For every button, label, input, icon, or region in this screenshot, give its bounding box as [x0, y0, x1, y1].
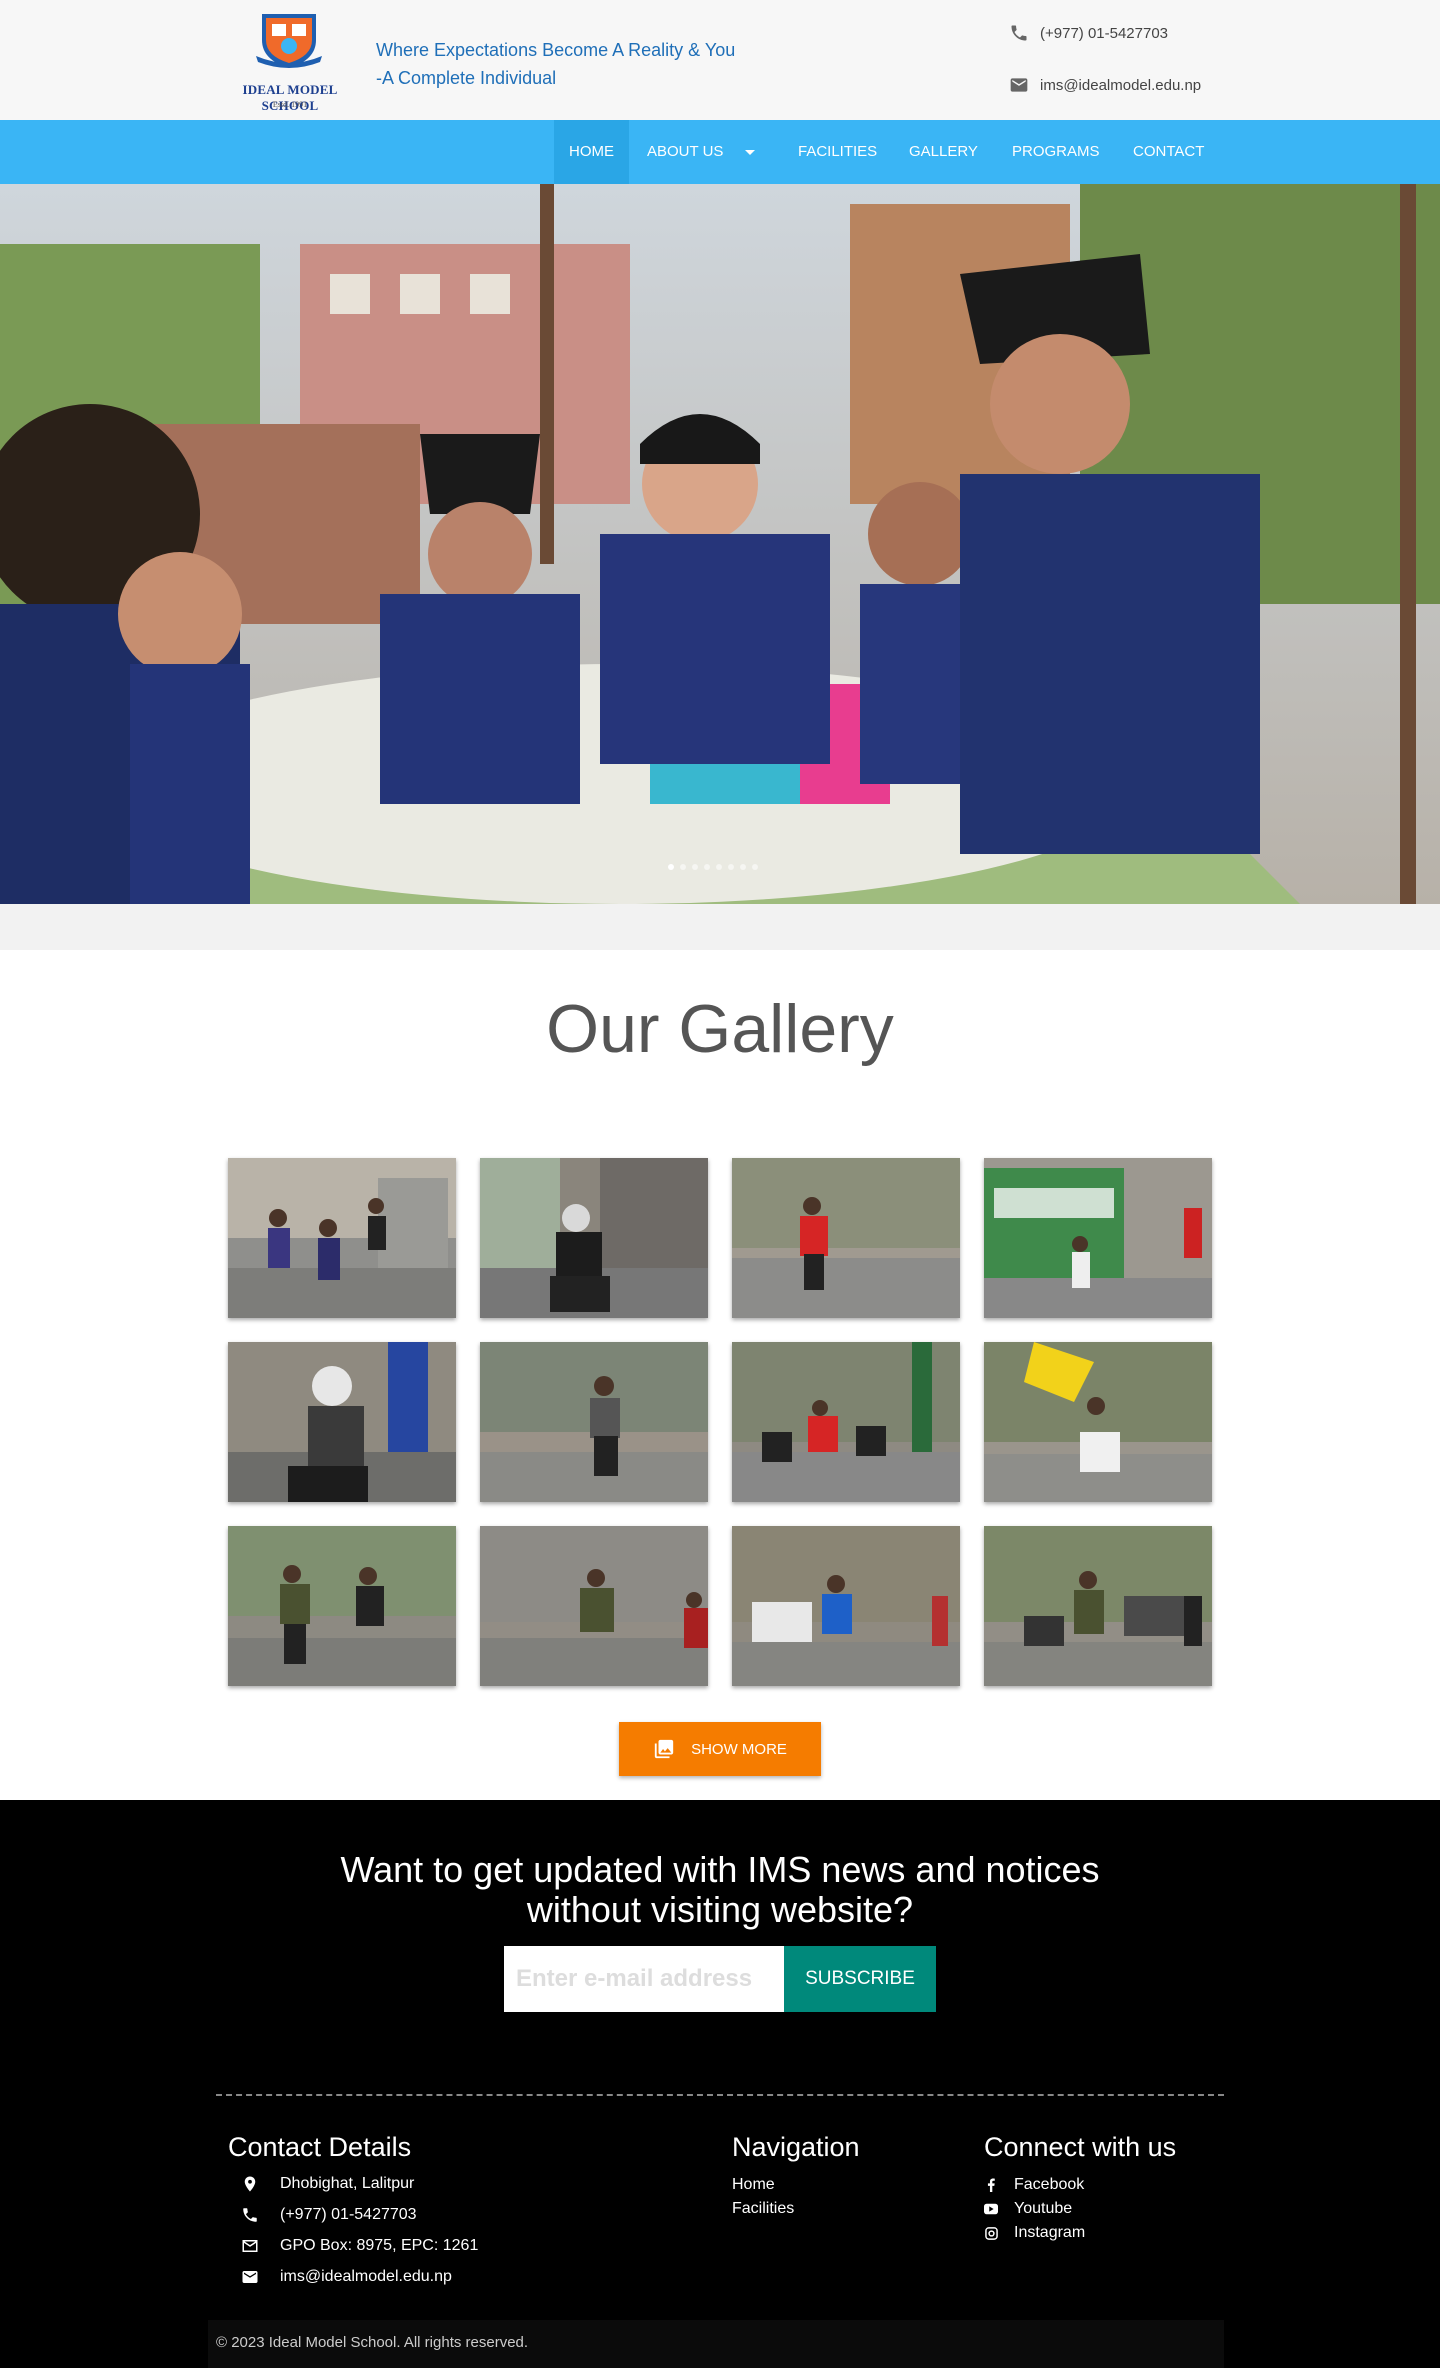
youtube-icon [984, 2199, 998, 2219]
gallery-thumbnail[interactable] [732, 1342, 960, 1502]
site-footer: Want to get updated with IMS news and no… [0, 1800, 1440, 2368]
footer-nav-facilities[interactable]: Facilities [732, 2200, 794, 2218]
slider-dot[interactable] [728, 864, 734, 870]
slider-dot[interactable] [740, 864, 746, 870]
gallery-thumbnail[interactable] [480, 1342, 708, 1502]
slider-dot[interactable] [668, 864, 674, 870]
subscribe-button[interactable]: Subscribe [784, 1946, 936, 2012]
header-email-text: ims@idealmodel.edu.np [1040, 76, 1202, 94]
slider-pagination [668, 864, 758, 870]
section-divider-strip [0, 904, 1440, 950]
nav-gallery[interactable]: Gallery [894, 120, 993, 184]
footer-po-box-text: GPO Box: 8975, EPC: 1261 [280, 2237, 479, 2254]
school-logo[interactable]: IDEAL MODEL SCHOOL Estd. 1991 [224, 10, 356, 113]
nav-home[interactable]: Home [554, 120, 629, 184]
mailbox-icon [240, 2236, 260, 2256]
instagram-link[interactable]: Instagram [984, 2223, 1085, 2243]
instagram-label: Instagram [1014, 2224, 1086, 2241]
footer-divider [216, 2094, 1224, 2096]
footer-po-box: GPO Box: 8975, EPC: 1261 [240, 2236, 478, 2256]
header-phone[interactable]: (+977) 01-5427703 [1008, 22, 1168, 44]
gallery-thumbnail[interactable] [732, 1158, 960, 1318]
main-navbar: Home About Us Facilities Gallery Program… [0, 120, 1440, 184]
facebook-icon [984, 2175, 998, 2195]
nav-facilities[interactable]: Facilities [783, 120, 892, 184]
newsletter-title-line-2: without visiting website? [526, 1889, 914, 1930]
youtube-label: Youtube [1014, 2200, 1073, 2217]
gallery-thumbnail[interactable] [480, 1526, 708, 1686]
navigation-heading: Navigation [732, 2132, 860, 2162]
show-more-button[interactable]: Show More [619, 1722, 821, 1776]
school-tagline: Where Expectations Become A Reality & Yo… [376, 36, 776, 92]
slider-dot[interactable] [692, 864, 698, 870]
slider-dot[interactable] [704, 864, 710, 870]
copyright-text: © 2023 Ideal Model School. All rights re… [216, 2334, 529, 2351]
gallery-thumbnail[interactable] [480, 1158, 708, 1318]
slider-dot[interactable] [752, 864, 758, 870]
gallery-thumbnail[interactable] [228, 1526, 456, 1686]
footer-phone[interactable]: (+977) 01-5427703 [240, 2205, 417, 2225]
contact-details-heading: Contact Details [228, 2132, 412, 2162]
facebook-label: Facebook [1014, 2176, 1085, 2193]
connect-heading: Connect with us [984, 2132, 1177, 2162]
school-crest-icon [256, 14, 322, 68]
tagline-line-1: Where Expectations Become A Reality & Yo… [376, 40, 736, 60]
slider-dot[interactable] [716, 864, 722, 870]
footer-phone-text: (+977) 01-5427703 [280, 2206, 417, 2223]
newsletter-title: Want to get updated with IMS news and no… [0, 1850, 1440, 1930]
location-pin-icon [240, 2174, 260, 2194]
footer-address: Dhobighat, Lalitpur [240, 2174, 414, 2194]
logo-established: Estd. 1991 [272, 100, 308, 109]
gallery-thumbnail[interactable] [984, 1526, 1212, 1686]
photo-library-icon [653, 1738, 675, 1760]
gallery-thumbnail[interactable] [228, 1158, 456, 1318]
facebook-link[interactable]: Facebook [984, 2175, 1084, 2195]
youtube-link[interactable]: Youtube [984, 2199, 1072, 2219]
tagline-line-2: -A Complete Individual [376, 68, 557, 88]
footer-nav-home[interactable]: Home [732, 2176, 775, 2194]
gallery-thumbnail[interactable] [228, 1342, 456, 1502]
gallery-thumbnail[interactable] [984, 1158, 1212, 1318]
chevron-down-icon [745, 149, 756, 155]
show-more-label: Show More [691, 1740, 787, 1758]
footer-email-text: ims@idealmodel.edu.np [280, 2268, 452, 2285]
hero-slider-image[interactable] [0, 184, 1440, 904]
nav-contact[interactable]: Contact [1118, 120, 1219, 184]
logo-school-name: IDEAL MODEL SCHOOL [242, 82, 338, 113]
nav-programs[interactable]: Programs [997, 120, 1115, 184]
footer-email[interactable]: ims@idealmodel.edu.np [240, 2267, 452, 2287]
top-header: IDEAL MODEL SCHOOL Estd. 1991 Where Expe… [0, 0, 1440, 120]
header-email[interactable]: ims@idealmodel.edu.np [1008, 74, 1201, 96]
instagram-icon [984, 2223, 998, 2243]
footer-address-text: Dhobighat, Lalitpur [280, 2175, 415, 2192]
nav-about-label: About Us [647, 143, 724, 160]
gallery-heading: Our Gallery [546, 991, 894, 1067]
newsletter-email-input[interactable] [504, 1946, 784, 2012]
gallery-thumbnail[interactable] [984, 1342, 1212, 1502]
mail-icon [1008, 74, 1030, 96]
mail-icon [240, 2267, 260, 2287]
phone-icon [240, 2205, 260, 2225]
header-phone-text: (+977) 01-5427703 [1040, 24, 1169, 42]
slider-dot[interactable] [680, 864, 686, 870]
phone-icon [1008, 22, 1030, 44]
gallery-thumbnail[interactable] [732, 1526, 960, 1686]
nav-about-us[interactable]: About Us [632, 120, 770, 184]
newsletter-title-line-1: Want to get updated with IMS news and no… [340, 1849, 1100, 1890]
